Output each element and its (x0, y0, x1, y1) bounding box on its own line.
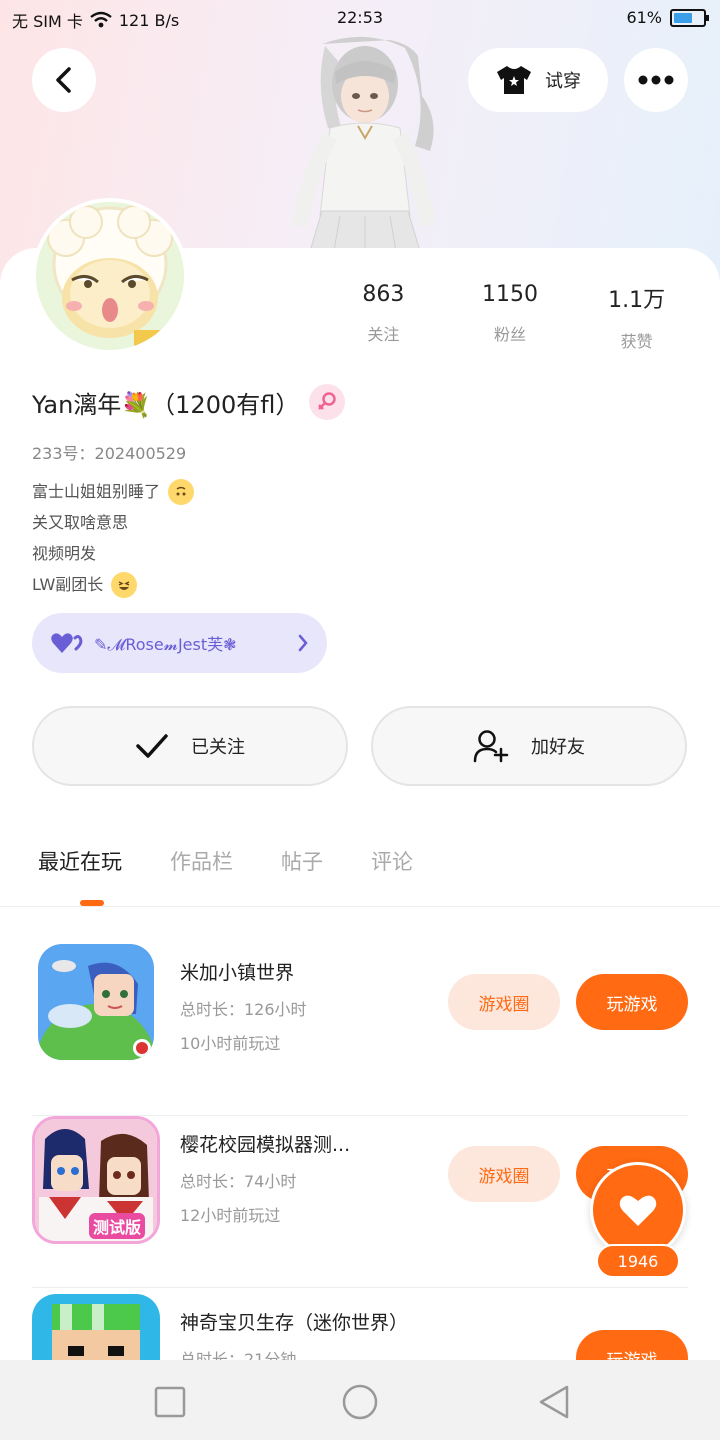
game-icon (38, 944, 154, 1060)
more-dots-icon (638, 75, 674, 85)
tab-recently-played[interactable]: 最近在玩 (38, 846, 122, 876)
profile-tabs: 最近在玩 作品栏 帖子 评论 (38, 846, 413, 876)
back-nav-button[interactable] (534, 1382, 574, 1422)
game-title: 樱花校园模拟器测... (180, 1134, 351, 1156)
tabs-divider (0, 906, 720, 907)
like-count: 1946 (596, 1244, 680, 1278)
battery-icon (670, 8, 709, 27)
avatar-image (36, 202, 184, 350)
game-circle-button[interactable]: 游戏圈 (448, 974, 560, 1030)
triangle-back-icon (539, 1385, 569, 1419)
chevron-right-icon (298, 634, 308, 652)
game-title: 米加小镇世界 (180, 962, 295, 984)
more-button[interactable] (624, 48, 688, 112)
bio-text: LW副团长 (32, 575, 104, 594)
upside-down-face-emoji-icon (168, 478, 195, 505)
add-friend-button[interactable]: 加好友 (371, 706, 687, 786)
stat-value: 863 (362, 282, 405, 307)
stat-value: 1.1万 (608, 288, 666, 313)
tab-posts[interactable]: 帖子 (281, 846, 323, 876)
clock: 22:53 (336, 8, 384, 27)
play-game-button[interactable]: 玩游戏 (576, 1330, 688, 1360)
circle-icon (342, 1384, 378, 1420)
club-name: ✎𝓜Rose𝓶Jest芙❃ (94, 635, 237, 654)
laughing-face-emoji-icon (111, 571, 138, 598)
stat-likes[interactable]: 1.1万 获赞 (573, 282, 700, 352)
game-list-item[interactable]: 米加小镇世界 总时长：126小时 10小时前玩过 游戏圈 玩游戏 (32, 944, 688, 1116)
followed-button[interactable]: 已关注 (32, 706, 348, 786)
game-title: 神奇宝贝生存（迷你世界） (180, 1312, 409, 1334)
bio-text: 富士山姐姐别睡了 (32, 482, 161, 501)
add-user-icon (473, 730, 509, 763)
heart-icon (619, 1195, 657, 1226)
bio-text: 关又取啥意思 (32, 513, 129, 532)
hearts-icon (51, 633, 83, 653)
bio-line: 视频明发 (32, 538, 194, 569)
row-divider (32, 1287, 688, 1288)
game-last-played: 12小时前玩过 (180, 1206, 281, 1225)
game-duration: 总时长：126小时 (180, 1000, 307, 1019)
game-duration: 总时长：21分钟 (180, 1350, 297, 1360)
bio: 富士山姐姐别睡了 关又取啥意思 视频明发 LW副团长 (32, 476, 195, 600)
system-navigation-bar (0, 1360, 720, 1440)
game-list-item[interactable]: 测试版 樱花校园模拟器测... 总时长：74小时 12小时前玩过 游戏圈 玩游戏 (32, 1116, 688, 1288)
game-last-played: 10小时前玩过 (180, 1034, 281, 1053)
bio-line: 关又取啥意思 (32, 507, 194, 538)
status-bar: 无 SIM 卡 121 B/s 22:53 61% (0, 0, 720, 36)
name-row: Yan漓年💐（1200有fl） (32, 384, 346, 420)
stat-value: 1150 (482, 282, 538, 307)
tshirt-icon (497, 66, 531, 94)
profile-stats: 863 关注 1150 粉丝 1.1万 获赞 (320, 282, 700, 352)
stat-label: 粉丝 (494, 325, 527, 344)
square-icon (154, 1386, 186, 1418)
game-icon: 测试版 (32, 1116, 160, 1244)
try-on-button[interactable]: 试穿 (468, 48, 608, 112)
avatar[interactable] (32, 198, 188, 354)
followed-label: 已关注 (191, 737, 245, 758)
stat-label: 获赞 (620, 332, 653, 351)
bio-line: LW副团长 (32, 569, 194, 600)
user-id: 233号：202400529 (32, 444, 187, 463)
chevron-left-icon (56, 67, 71, 93)
tab-works[interactable]: 作品栏 (170, 846, 233, 876)
bio-line: 富士山姐姐别睡了 (32, 476, 195, 507)
tab-comments[interactable]: 评论 (371, 846, 413, 876)
try-on-label: 试穿 (545, 71, 581, 92)
game-duration: 总时长：74小时 (180, 1172, 297, 1191)
avatar-character-illustration (292, 36, 436, 251)
stat-label: 关注 (367, 325, 400, 344)
bio-text: 视频明发 (32, 544, 97, 563)
stat-followers[interactable]: 1150 粉丝 (447, 282, 574, 352)
game-list-item[interactable]: 神奇宝贝生存（迷你世界） 总时长：21分钟 玩游戏 (32, 1294, 688, 1360)
game-circle-button[interactable]: 游戏圈 (448, 1146, 560, 1202)
stat-following[interactable]: 863 关注 (320, 282, 447, 352)
club-badge[interactable]: ✎𝓜Rose𝓶Jest芙❃ (32, 613, 327, 673)
game-icon (32, 1294, 160, 1360)
female-gender-icon (309, 384, 346, 420)
home-button[interactable] (340, 1382, 380, 1422)
battery-percent: 61% (626, 8, 662, 27)
play-game-button[interactable]: 玩游戏 (576, 974, 688, 1030)
recent-apps-button[interactable] (150, 1382, 190, 1422)
beta-badge: 测试版 (89, 1213, 146, 1239)
user-name: Yan漓年💐（1200有fl） (32, 390, 300, 419)
checkmark-icon (136, 734, 168, 758)
back-button[interactable] (32, 48, 96, 112)
add-friend-label: 加好友 (531, 737, 585, 758)
